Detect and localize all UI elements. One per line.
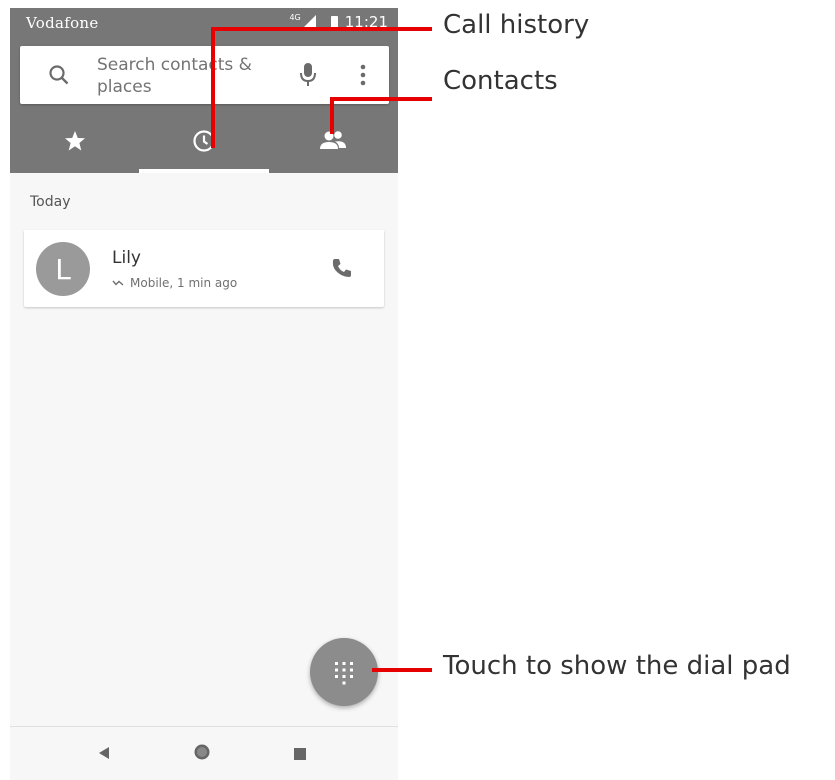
star-icon xyxy=(63,129,87,157)
dialpad-button[interactable] xyxy=(310,638,378,706)
nav-back-button[interactable] xyxy=(74,727,134,780)
contacts-callout-horizontal xyxy=(330,97,432,101)
carrier-name: Vodafone xyxy=(26,14,99,32)
tab-favorites[interactable] xyxy=(10,113,139,173)
missed-call-icon xyxy=(112,276,124,290)
call-detail: Mobile, 1 min ago xyxy=(112,276,237,290)
network-type: 4G xyxy=(289,12,301,22)
home-icon xyxy=(193,743,211,765)
call-detail-text: Mobile, 1 min ago xyxy=(130,276,238,290)
tab-bar xyxy=(10,113,398,173)
contact-name: Lily xyxy=(112,248,141,268)
search-input[interactable]: Search contacts & places xyxy=(97,54,267,98)
tab-call-history[interactable] xyxy=(139,113,268,173)
app-bar: Vodafone 4G 11:21 Search contacts & plac… xyxy=(10,8,398,173)
dialpad-callout-label: Touch to show the dial pad xyxy=(443,651,791,681)
phone-icon[interactable] xyxy=(330,256,354,280)
more-vert-icon[interactable] xyxy=(360,64,366,90)
microphone-icon[interactable] xyxy=(299,62,317,92)
nav-home-button[interactable] xyxy=(172,727,232,780)
section-header: Today xyxy=(30,194,71,210)
contacts-callout-label: Contacts xyxy=(443,66,558,96)
navigation-bar xyxy=(10,726,398,780)
call-log-entry[interactable]: L Lily Mobile, 1 min ago xyxy=(24,230,384,307)
call-history-callout-horizontal xyxy=(211,27,432,31)
search-bar[interactable]: Search contacts & places xyxy=(20,46,389,104)
recents-icon xyxy=(294,745,306,764)
nav-recents-button[interactable] xyxy=(270,727,330,780)
call-history-callout-vertical xyxy=(211,28,215,148)
search-icon xyxy=(48,64,70,90)
call-history-callout-label: Call history xyxy=(443,10,590,40)
back-icon xyxy=(98,745,110,764)
avatar[interactable]: L xyxy=(36,242,90,296)
dialpad-callout-horizontal xyxy=(372,668,432,672)
contacts-callout-vertical xyxy=(330,98,334,134)
status-bar: Vodafone 4G 11:21 xyxy=(10,8,398,40)
selected-tab-indicator xyxy=(139,169,269,173)
phone-screen: Vodafone 4G 11:21 Search contacts & plac… xyxy=(10,8,398,780)
